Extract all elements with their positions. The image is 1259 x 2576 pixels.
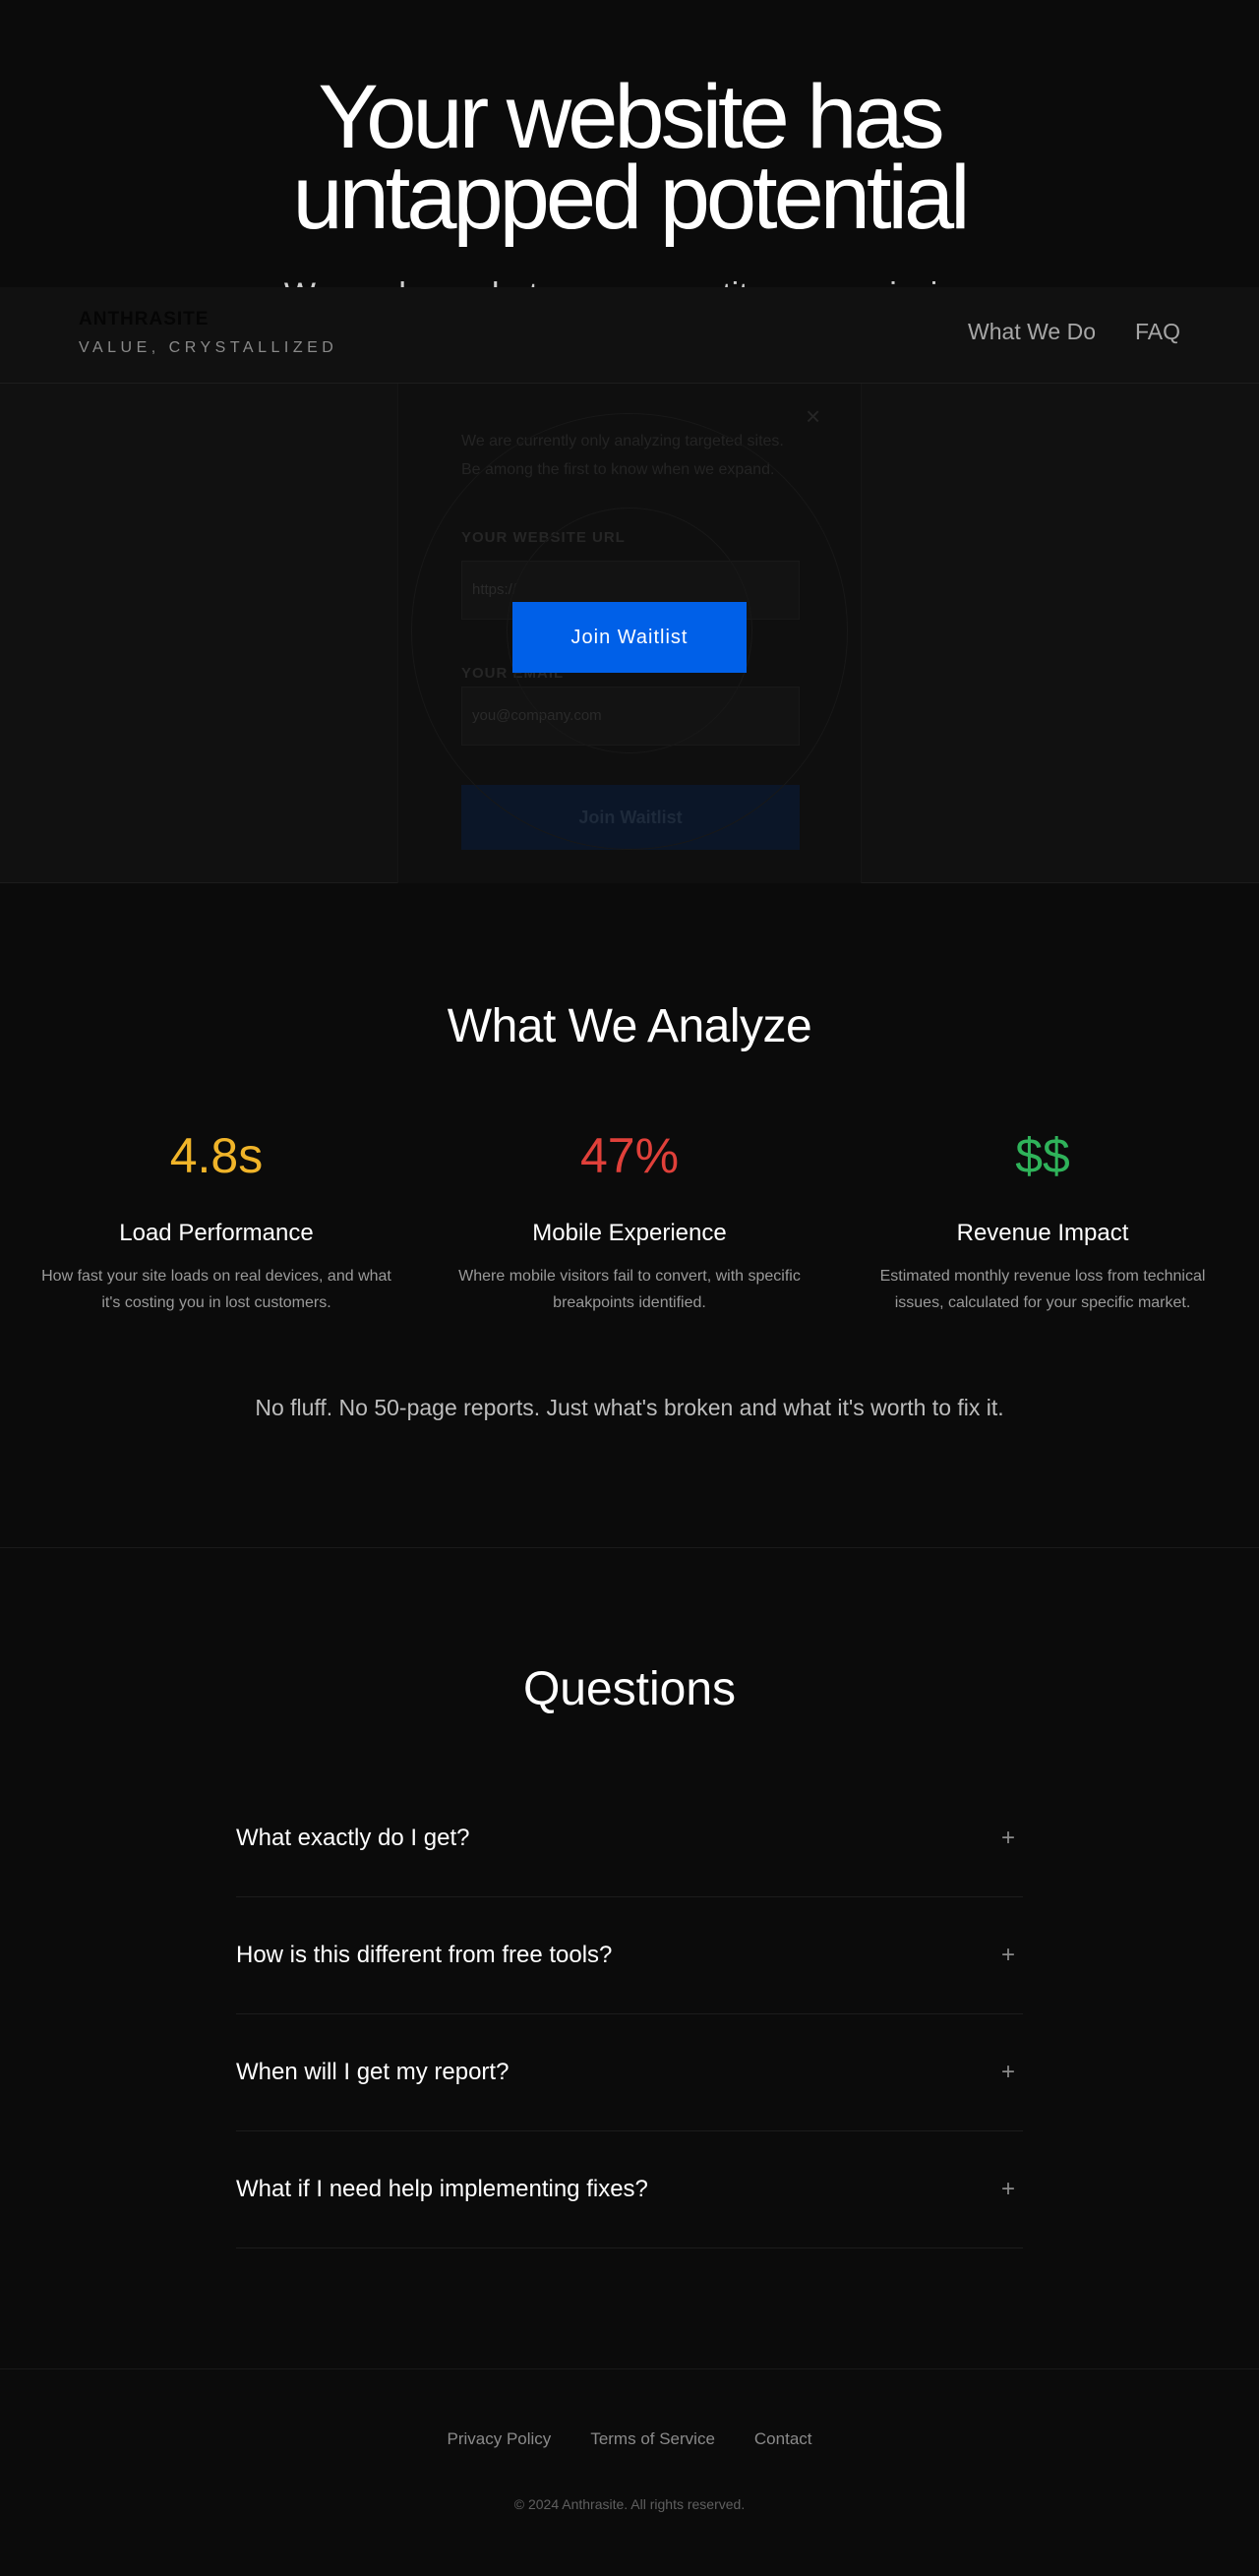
metric-value: 4.8s [169,1128,264,1183]
faq-question: What if I need help implementing fixes? [236,2176,648,2202]
faq-item[interactable]: When will I get my report? + [236,2014,1023,2131]
page: Your website has untapped potential We a… [0,0,1259,2576]
metric-heading: Revenue Impact [956,1220,1129,1246]
metric-heading: Load Performance [119,1220,314,1246]
footer-link-terms-of-service[interactable]: Terms of Service [590,2429,715,2449]
footer-link-privacy-policy[interactable]: Privacy Policy [448,2429,552,2449]
footer-links: Privacy Policy Terms of Service Contact [0,2429,1259,2449]
copyright-text: © 2024 Anthrasite. All rights reserved. [513,2496,746,2512]
metric-heading: Mobile Experience [532,1220,727,1246]
metric-load-performance: 4.8s Load Performance How fast your site… [39,1121,393,1316]
main-nav: What We Do FAQ [968,319,1180,345]
metric-description: How fast your site loads on real devices… [41,1268,391,1311]
metric-value: $$ [1015,1128,1070,1183]
faq-item[interactable]: What if I need help implementing fixes? … [236,2131,1023,2248]
site-header: ANTHRASITE VALUE, CRYSTALLIZED What We D… [0,287,1259,384]
faq-list: What exactly do I get? + How is this dif… [236,1780,1023,2248]
faq-item[interactable]: What exactly do I get? + [236,1780,1023,1897]
metric-description: Estimated monthly revenue loss from tech… [879,1268,1206,1311]
metric-description: Where mobile visitors fail to convert, w… [458,1268,801,1311]
plus-icon[interactable]: + [1001,1942,1015,1969]
faq-item[interactable]: How is this different from free tools? + [236,1897,1023,2014]
metric-revenue-impact: $$ Revenue Impact Estimated monthly reve… [866,1121,1220,1316]
close-icon[interactable]: × [806,401,820,432]
metric-mobile-experience: 47% Mobile Experience Where mobile visit… [452,1121,807,1316]
plus-icon[interactable]: + [1001,2059,1015,2086]
metric-value: 47% [579,1128,680,1183]
section-divider [0,1547,1259,1548]
hero-title: Your website has untapped potential [0,67,1259,248]
faq-question: When will I get my report? [236,2059,510,2085]
brand-name[interactable]: ANTHRASITE [79,309,209,330]
hero-title-line-2: untapped potential [292,148,970,248]
analyze-tagline: No fluff. No 50-page reports. Just what'… [255,1395,1004,1420]
brand-tagline: VALUE, CRYSTALLIZED [79,339,338,356]
nav-link-what-we-do[interactable]: What We Do [968,319,1096,345]
waitlist-section: × We are currently only analyzing target… [0,384,1259,883]
nav-link-faq[interactable]: FAQ [1135,319,1180,345]
footer-link-contact[interactable]: Contact [754,2429,812,2449]
join-waitlist-button[interactable]: Join Waitlist [512,602,747,673]
plus-icon[interactable]: + [1001,2176,1015,2203]
footer-divider [0,2368,1259,2369]
faq-question: What exactly do I get? [236,1825,470,1851]
faq-section-title: Questions [522,1663,737,1715]
hero-title-line-1: Your website has [318,67,944,167]
hero-subtitle: We analyze what your competitors are mis… [0,266,1259,287]
faq-question: How is this different from free tools? [236,1942,613,1968]
plus-icon[interactable]: + [1001,1825,1015,1852]
analyze-section-title: What We Analyze [447,1000,812,1052]
